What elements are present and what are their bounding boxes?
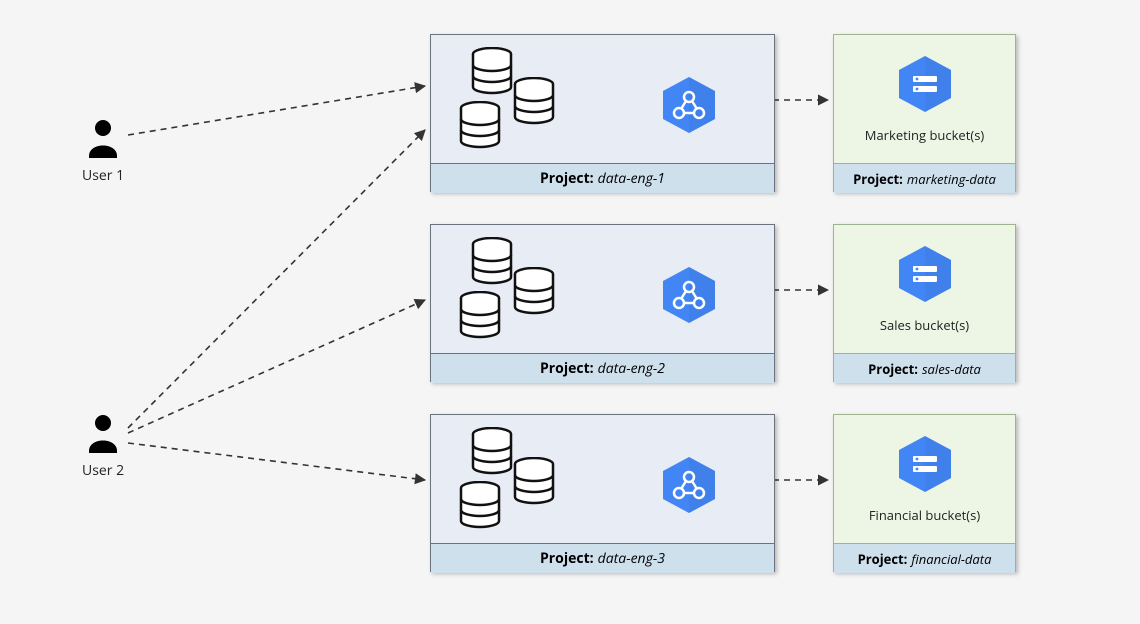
database-icon [471,237,513,285]
person-icon [85,413,121,455]
footer-label: Project: [540,169,594,188]
eng-project-2-footer: Project: data-eng-2 [431,353,774,383]
diagram-canvas: User 1 User 2 Project: data-eng-1 [0,0,1140,624]
database-icon [513,457,555,505]
bucket-project-1: Marketing bucket(s) Project: marketing-d… [833,34,1016,192]
person-icon [85,118,121,160]
bucket-project-2: Sales bucket(s) Project: sales-data [833,224,1016,382]
storage-icon [895,434,955,494]
bucket-1-label: Marketing bucket(s) [865,126,984,144]
footer-name: data-eng-2 [598,359,665,378]
bucket-project-1-footer: Project: marketing-data [834,163,1015,193]
database-icon [471,427,513,475]
storage-icon [895,244,955,304]
eng-project-3-body [431,415,774,543]
connector-user1-eng1 [128,86,425,135]
footer-label: Project: [540,549,594,568]
footer-name: data-eng-3 [598,549,665,568]
database-icon [459,101,501,149]
connector-user2-eng1 [128,130,425,428]
dataproc-icon [659,75,719,127]
footer-name: data-eng-1 [598,169,665,188]
bucket-project-2-footer: Project: sales-data [834,353,1015,383]
user-2-label: User 2 [82,461,124,480]
connector-user2-eng3 [128,443,425,480]
eng-project-2: Project: data-eng-2 [430,224,775,382]
eng-project-3-footer: Project: data-eng-3 [431,543,774,573]
footer-label: Project: [540,359,594,378]
user-1-label: User 1 [82,166,124,185]
dataproc-icon [659,455,719,507]
database-icon [513,267,555,315]
eng-project-1: Project: data-eng-1 [430,34,775,192]
db-cluster-icon [451,427,571,531]
eng-project-1-footer: Project: data-eng-1 [431,163,774,193]
footer-name: marketing-data [907,170,996,188]
user-1: User 1 [82,118,124,185]
eng-project-1-body [431,35,774,163]
footer-label: Project: [858,550,908,568]
bucket-project-3-footer: Project: financial-data [834,543,1015,573]
footer-label: Project: [853,170,903,188]
db-cluster-icon [451,47,571,151]
db-cluster-icon [451,237,571,341]
bucket-project-2-body: Sales bucket(s) [834,225,1015,353]
eng-project-3: Project: data-eng-3 [430,414,775,572]
database-icon [459,291,501,339]
bucket-2-label: Sales bucket(s) [880,316,969,334]
dataproc-icon [659,265,719,317]
eng-project-2-body [431,225,774,353]
bucket-project-1-body: Marketing bucket(s) [834,35,1015,163]
bucket-project-3: Financial bucket(s) Project: financial-d… [833,414,1016,572]
footer-name: sales-data [922,360,981,378]
storage-icon [895,54,955,114]
footer-label: Project: [868,360,918,378]
database-icon [459,481,501,529]
bucket-project-3-body: Financial bucket(s) [834,415,1015,543]
connector-user2-eng2 [128,300,425,433]
database-icon [471,47,513,95]
bucket-3-label: Financial bucket(s) [869,506,980,524]
database-icon [513,77,555,125]
user-2: User 2 [82,413,124,480]
footer-name: financial-data [911,550,991,568]
